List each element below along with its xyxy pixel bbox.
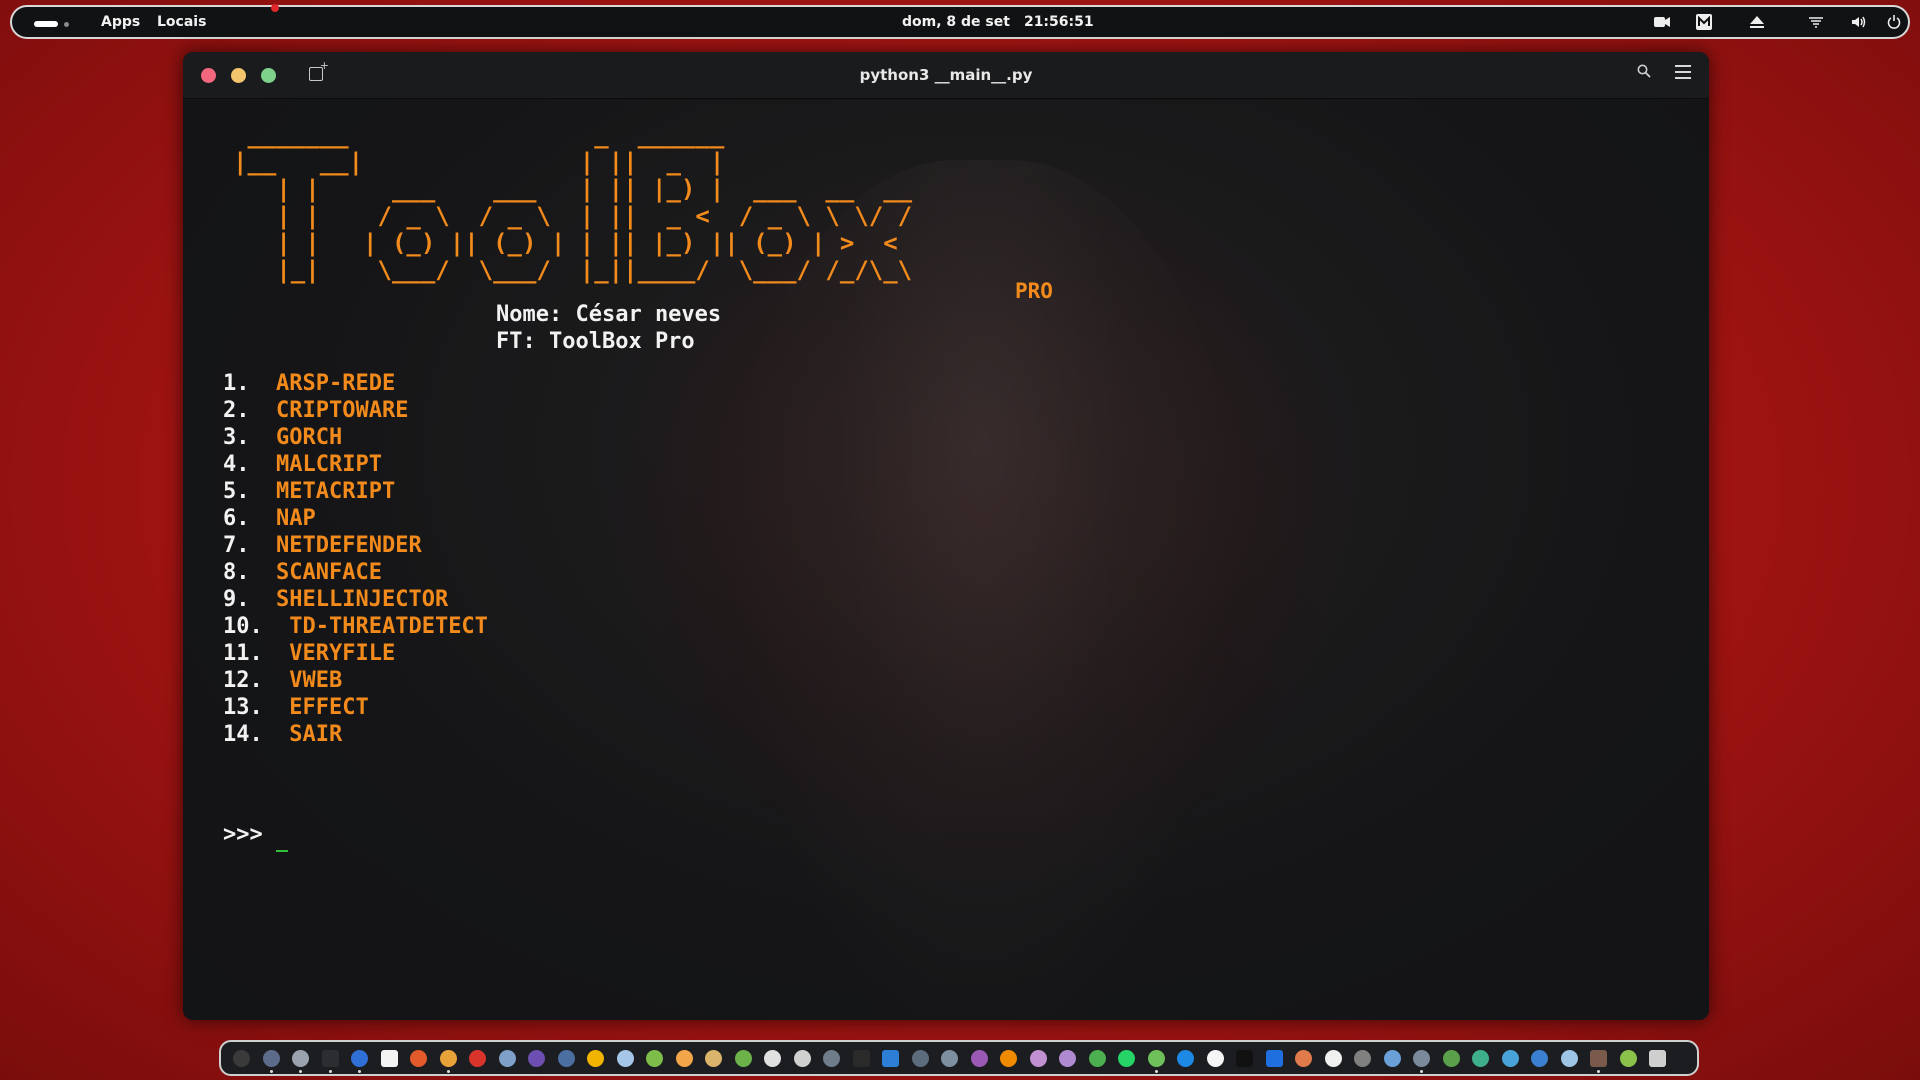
dock-app-27[interactable] xyxy=(1000,1050,1018,1067)
ft-line: FT: ToolBox Pro xyxy=(496,329,695,354)
dock-app-20[interactable] xyxy=(793,1050,811,1067)
dock-app-47[interactable] xyxy=(1590,1050,1608,1073)
dock-app-21[interactable] xyxy=(823,1050,841,1067)
dock-app-48[interactable] xyxy=(1619,1050,1637,1067)
terminal-output[interactable]: _______ _ ______ |__ __| | || _ | | | __… xyxy=(183,100,1709,1020)
wifi-icon[interactable] xyxy=(1807,13,1825,31)
dock-app-12[interactable] xyxy=(557,1050,575,1067)
tool-menu: 1. ARSP-REDE 2. CRIPTOWARE 3. GORCH 4. M… xyxy=(223,370,488,748)
dock-app-30[interactable] xyxy=(1088,1050,1106,1067)
workspace-indicator-active[interactable] xyxy=(34,21,58,27)
places-menu[interactable]: Locais xyxy=(157,14,206,30)
dock-app-24[interactable] xyxy=(911,1050,929,1067)
dock-app-15[interactable] xyxy=(646,1050,664,1067)
workspace-indicator[interactable] xyxy=(64,22,69,27)
menu-item: 1. ARSP-REDE xyxy=(223,371,396,396)
ascii-banner: _______ _ ______ |__ __| | || _ | | | __… xyxy=(233,121,913,284)
dock-app-11[interactable] xyxy=(528,1050,546,1067)
dock-app-2[interactable] xyxy=(262,1050,280,1073)
dock-app-17[interactable] xyxy=(705,1050,723,1067)
dock-app-5[interactable] xyxy=(351,1050,369,1073)
dock-app-40[interactable] xyxy=(1383,1050,1401,1067)
dock-app-19[interactable] xyxy=(764,1050,782,1067)
dock-app-22[interactable] xyxy=(852,1050,870,1067)
dock-app-26[interactable] xyxy=(970,1050,988,1067)
terminal-window[interactable]: python3 __main__.py _______ _ ______ |__… xyxy=(183,52,1709,1020)
menu-item: 9. SHELLINJECTOR xyxy=(223,587,449,612)
apps-menu[interactable]: Apps xyxy=(101,14,140,30)
dock-app-4[interactable] xyxy=(321,1050,339,1073)
dock-app-23[interactable] xyxy=(882,1050,900,1067)
eject-icon[interactable] xyxy=(1748,13,1766,31)
menu-item: 3. GORCH xyxy=(223,425,343,450)
dock-app-34[interactable] xyxy=(1206,1050,1224,1067)
dock-app-3[interactable] xyxy=(292,1050,310,1073)
volume-icon[interactable] xyxy=(1851,13,1869,31)
dock-app-31[interactable] xyxy=(1118,1050,1136,1067)
window-titlebar[interactable]: python3 __main__.py xyxy=(183,52,1709,99)
clock-time: 21:56:51 xyxy=(1023,14,1094,30)
pro-tag: PRO xyxy=(1015,279,1053,303)
menu-item: 11. VERYFILE xyxy=(223,641,396,666)
dock-app-45[interactable] xyxy=(1531,1050,1549,1067)
menu-item: 5. METACRIPT xyxy=(223,479,396,504)
hamburger-menu-icon[interactable] xyxy=(1675,65,1691,79)
dock-app-18[interactable] xyxy=(734,1050,752,1067)
dock-app-28[interactable] xyxy=(1029,1050,1047,1067)
power-icon[interactable] xyxy=(1885,13,1903,31)
dock-app-7[interactable] xyxy=(410,1050,428,1067)
dock-app-32[interactable] xyxy=(1147,1050,1165,1073)
dock-app-46[interactable] xyxy=(1560,1050,1578,1067)
m-app-icon[interactable] xyxy=(1695,13,1713,31)
menu-item: 7. NETDEFENDER xyxy=(223,533,422,558)
menu-item: 6. NAP xyxy=(223,506,316,531)
dock-app-6[interactable] xyxy=(380,1050,398,1067)
dock-app-9[interactable] xyxy=(469,1050,487,1067)
window-title: python3 __main__.py xyxy=(859,66,1033,84)
dock-app-1[interactable] xyxy=(233,1050,250,1067)
dock-app-8[interactable] xyxy=(439,1050,457,1073)
input-prompt[interactable]: >>> xyxy=(223,822,263,847)
menu-item: 8. SCANFACE xyxy=(223,560,382,585)
dock-app-39[interactable] xyxy=(1354,1050,1372,1067)
dock-app-43[interactable] xyxy=(1472,1050,1490,1067)
menu-item: 14. SAIR xyxy=(223,722,343,747)
text-cursor xyxy=(276,850,288,852)
dock-app-36[interactable] xyxy=(1265,1050,1283,1067)
background-portrait xyxy=(723,160,1243,1020)
clock-date: dom, 8 de set xyxy=(902,14,1010,30)
dock-app-38[interactable] xyxy=(1324,1050,1342,1067)
dock-app-44[interactable] xyxy=(1501,1050,1519,1067)
menu-item: 10. TD-THREATDETECT xyxy=(223,614,488,639)
dock-app-41[interactable] xyxy=(1413,1050,1431,1073)
dock-app-25[interactable] xyxy=(941,1050,959,1067)
dock-app-16[interactable] xyxy=(675,1050,693,1067)
menu-item: 12. VWEB xyxy=(223,668,343,693)
dock-app-10[interactable] xyxy=(498,1050,516,1067)
notification-badge xyxy=(271,4,279,12)
author-line: Nome: César neves xyxy=(496,302,722,327)
dock-app-33[interactable] xyxy=(1177,1050,1195,1067)
dock-app-42[interactable] xyxy=(1442,1050,1460,1067)
dock-app-37[interactable] xyxy=(1295,1050,1313,1067)
menu-item: 2. CRIPTOWARE xyxy=(223,398,409,423)
dock-app-13[interactable] xyxy=(587,1050,605,1067)
dock-app-14[interactable] xyxy=(616,1050,634,1067)
search-icon[interactable] xyxy=(1637,64,1651,82)
dock xyxy=(219,1040,1699,1076)
camera-icon[interactable] xyxy=(1653,13,1671,31)
dock-app-35[interactable] xyxy=(1236,1050,1254,1067)
trash-icon[interactable] xyxy=(1649,1050,1667,1067)
dock-app-29[interactable] xyxy=(1059,1050,1077,1067)
clock[interactable]: dom, 8 de set 21:56:51 xyxy=(902,14,1108,30)
menu-item: 4. MALCRIPT xyxy=(223,452,382,477)
menu-item: 13. EFFECT xyxy=(223,695,369,720)
top-panel: Apps Locais dom, 8 de set 21:56:51 xyxy=(10,5,1910,39)
